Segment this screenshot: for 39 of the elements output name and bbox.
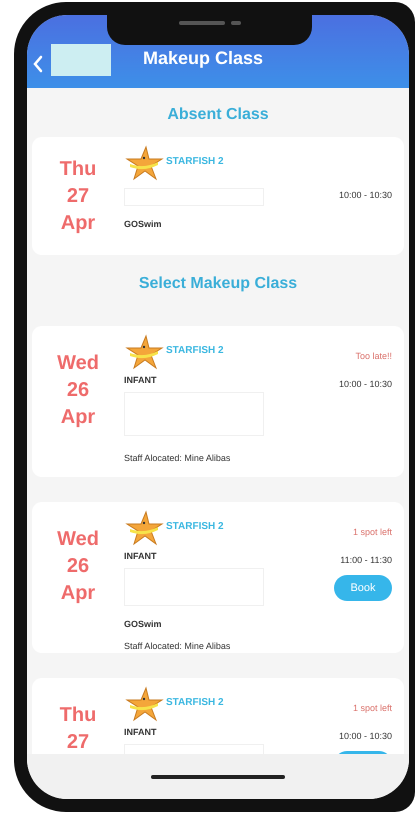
status-text: 1 spot left <box>352 702 392 715</box>
staff-label: Staff Alocated: Mine Alibas <box>124 640 232 652</box>
date-text: Wed <box>57 527 99 552</box>
time-text: 10:00 - 10:30 <box>338 730 392 742</box>
staff-label: Staff Alocated: Mine Alibas <box>124 452 232 464</box>
time-text: 10:00 - 10:30 <box>338 378 392 390</box>
level-label: INFANT <box>124 726 158 739</box>
starfish-mascot-icon <box>124 334 164 372</box>
header-title: Makeup Class <box>143 47 264 70</box>
date-text: 26 <box>66 554 90 579</box>
starfish-mascot-icon <box>124 686 164 724</box>
date-text: Apr <box>60 581 96 606</box>
class-name: STARFISH 2 <box>166 154 224 168</box>
book-button[interactable]: Book <box>334 575 392 601</box>
status-text: Too late!! <box>355 350 392 363</box>
date-text: Thu <box>60 703 96 728</box>
venue-label: GOSwim <box>124 218 163 231</box>
date-text: Thu <box>60 156 96 182</box>
date-text: 26 <box>66 378 90 403</box>
date-text: 27 <box>66 730 90 754</box>
class-name: STARFISH 2 <box>166 520 224 534</box>
class-name: STARFISH 2 <box>166 696 224 710</box>
starfish-mascot-icon <box>124 145 164 183</box>
date-text: Wed <box>57 351 99 376</box>
starfish-mascot-icon <box>124 510 164 548</box>
level-label: INFANT <box>124 374 158 387</box>
date-text: 27 <box>66 184 90 208</box>
status-text: 1 spot left <box>352 526 392 539</box>
date-text: Apr <box>60 405 96 430</box>
level-label: INFANT <box>124 550 158 563</box>
date-text: Apr <box>60 210 96 236</box>
time-text: 10:00 - 10:30 <box>338 189 392 202</box>
section-heading: Select Makeup Class <box>138 274 298 294</box>
class-name: STARFISH 2 <box>166 344 224 358</box>
redaction-block <box>51 44 111 76</box>
venue-label: GOSwim <box>124 618 163 631</box>
back-chevron-icon <box>33 55 43 73</box>
time-text: 11:00 - 11:30 <box>340 554 392 566</box>
section-heading: Absent Class <box>166 105 270 125</box>
